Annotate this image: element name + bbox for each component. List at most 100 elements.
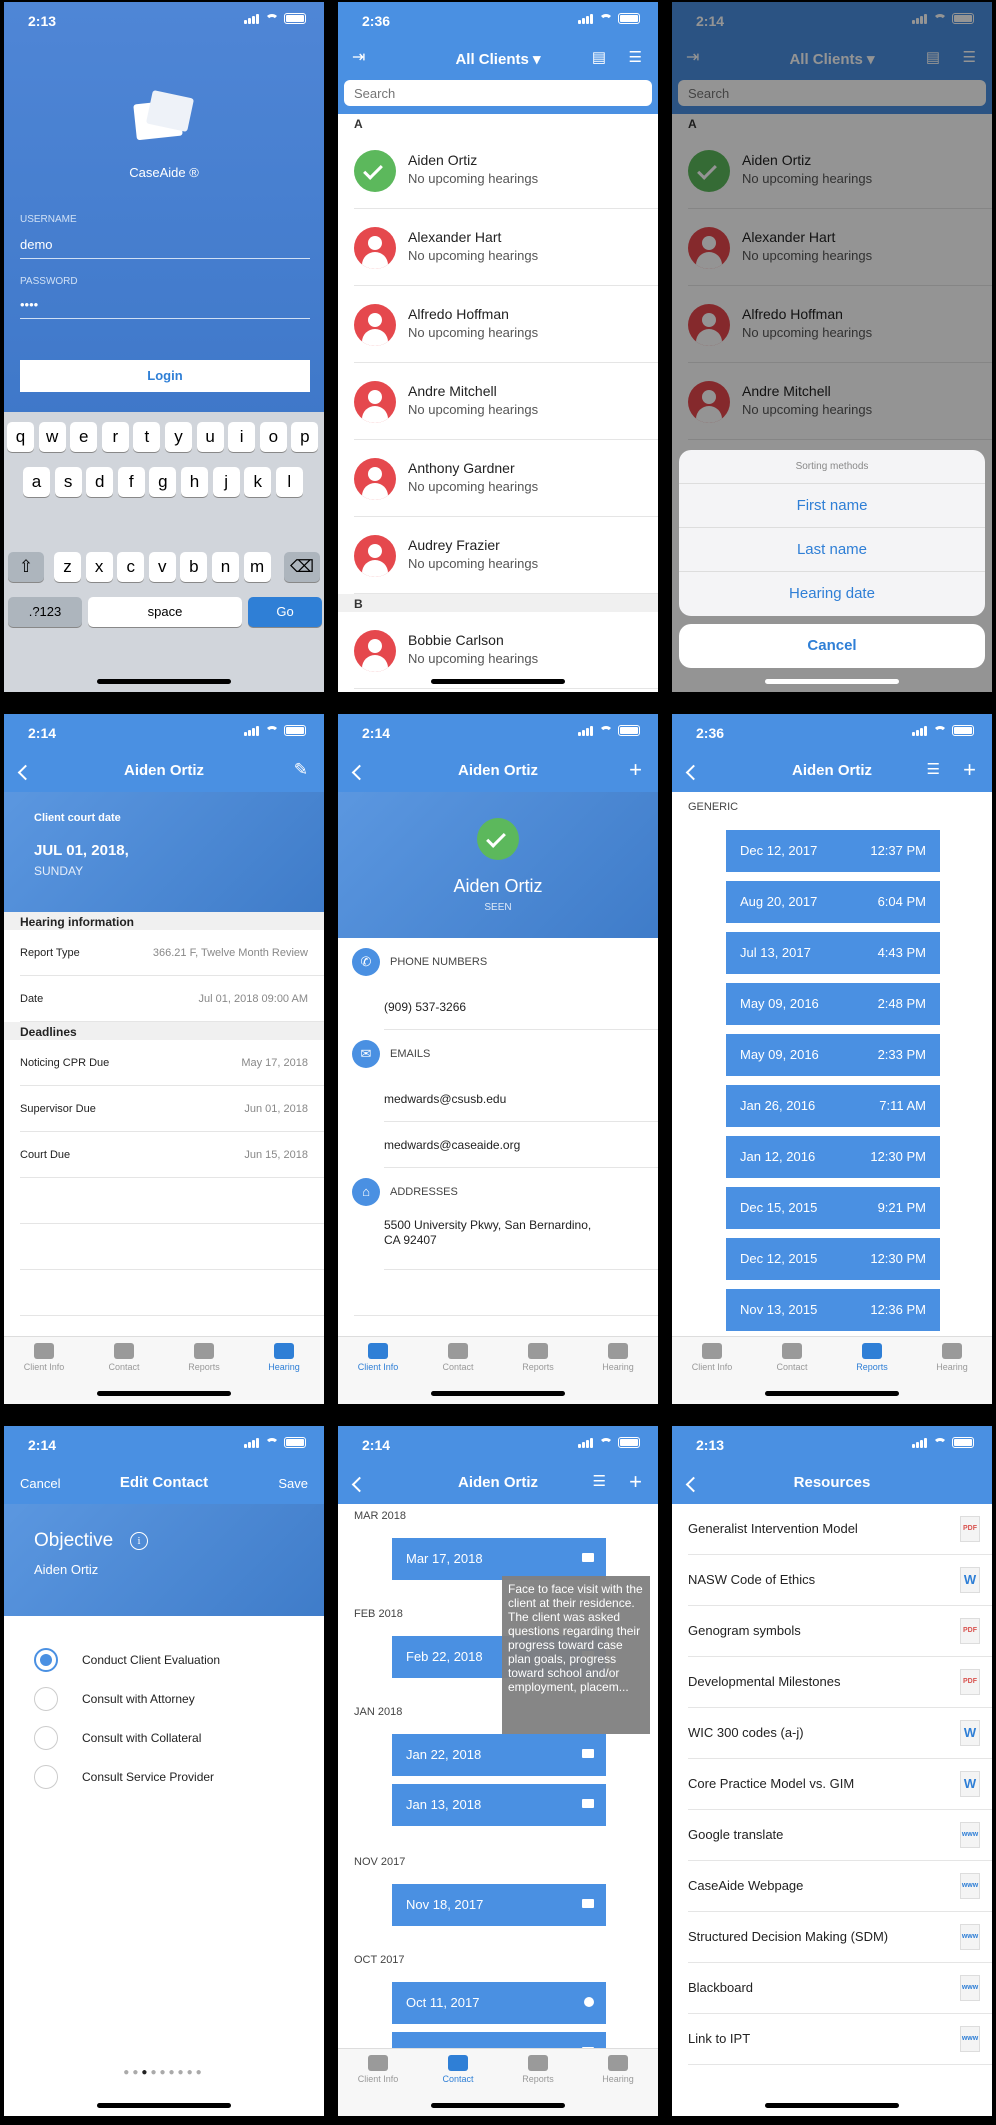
space-key[interactable]: space xyxy=(88,597,242,627)
key-b[interactable]: b xyxy=(180,552,208,582)
resource-item[interactable]: Link to IPT www xyxy=(688,2014,992,2065)
key-n[interactable]: n xyxy=(212,552,239,582)
resource-item[interactable]: WIC 300 codes (a-j) W xyxy=(688,1708,992,1759)
key-d[interactable]: d xyxy=(86,467,114,497)
sort-option-hearing-date[interactable]: Hearing date xyxy=(679,572,985,616)
key-r[interactable]: r xyxy=(101,422,129,452)
key-o[interactable]: o xyxy=(259,422,287,452)
info-icon[interactable]: i xyxy=(130,1532,148,1550)
contact-entry[interactable]: Mar 17, 2018 xyxy=(392,1538,606,1580)
save-button[interactable]: Save xyxy=(278,1474,308,1494)
go-key[interactable]: Go xyxy=(248,597,322,627)
key-u[interactable]: u xyxy=(196,422,224,452)
notes-icon[interactable]: ▤ xyxy=(592,48,606,68)
key-l[interactable]: l xyxy=(275,467,303,497)
key-f[interactable]: f xyxy=(117,467,145,497)
resource-item[interactable]: Blackboard www xyxy=(688,1963,992,2014)
resource-item[interactable]: NASW Code of Ethics W xyxy=(688,1555,992,1606)
report-item[interactable]: Aug 20, 2017 6:04 PM xyxy=(726,881,940,923)
objective-option-label[interactable]: Consult with Collateral xyxy=(82,1731,201,1745)
contact-entry[interactable]: Oct 11, 2017 xyxy=(392,1982,606,2024)
email-value[interactable]: medwards@csusb.edu xyxy=(384,1076,658,1122)
key-w[interactable]: w xyxy=(38,422,66,452)
report-item[interactable]: May 09, 2016 2:48 PM xyxy=(726,983,940,1025)
client-row[interactable]: Anthony Gardner No upcoming hearings xyxy=(354,440,658,517)
key-k[interactable]: k xyxy=(244,467,272,497)
tab-hearing[interactable]: Hearing xyxy=(912,1337,992,1404)
address-value[interactable]: 5500 University Pkwy, San Bernardino, CA … xyxy=(384,1214,658,1270)
tab-client-info[interactable]: Client Info xyxy=(4,1337,84,1404)
key-x[interactable]: x xyxy=(85,552,113,582)
resource-item[interactable]: Developmental Milestones PDF xyxy=(688,1657,992,1708)
resource-item[interactable]: Google translate www xyxy=(688,1810,992,1861)
sort-option-last-name[interactable]: Last name xyxy=(679,528,985,572)
tab-client-info[interactable]: Client Info xyxy=(338,2049,418,2116)
key-a[interactable]: a xyxy=(23,467,50,497)
key-y[interactable]: y xyxy=(165,422,192,452)
client-row[interactable]: Alexander Hart No upcoming hearings xyxy=(354,209,658,286)
contact-entry[interactable]: Nov 18, 2017 xyxy=(392,1884,606,1926)
resource-item[interactable]: Structured Decision Making (SDM) www xyxy=(688,1912,992,1963)
key-v[interactable]: v xyxy=(148,552,176,582)
objective-radio[interactable] xyxy=(34,1765,58,1789)
key-e[interactable]: e xyxy=(70,422,98,452)
key-h[interactable]: h xyxy=(181,467,208,497)
sort-icon[interactable]: ☰ xyxy=(593,1472,606,1492)
key-s[interactable]: s xyxy=(54,467,82,497)
contact-entry[interactable]: Jan 13, 2018 xyxy=(392,1784,606,1826)
report-item[interactable]: Dec 15, 2015 9:21 PM xyxy=(726,1187,940,1229)
client-row[interactable]: Andre Mitchell No upcoming hearings xyxy=(354,363,658,440)
objective-radio[interactable] xyxy=(34,1687,58,1711)
add-plus-icon[interactable]: + xyxy=(963,759,976,781)
password-field[interactable]: •••• xyxy=(20,297,310,319)
key-g[interactable]: g xyxy=(149,467,177,497)
contact-entry[interactable]: Jan 22, 2018 xyxy=(392,1734,606,1776)
cancel-button[interactable]: Cancel xyxy=(679,624,985,668)
key-j[interactable]: j xyxy=(212,467,240,497)
login-button[interactable]: Login xyxy=(20,360,310,392)
report-item[interactable]: Jul 13, 2017 4:43 PM xyxy=(726,932,940,974)
username-field[interactable]: demo xyxy=(20,237,310,259)
objective-option-label[interactable]: Conduct Client Evaluation xyxy=(82,1653,220,1667)
tab-hearing[interactable]: Hearing xyxy=(578,1337,658,1404)
tab-client-info[interactable]: Client Info xyxy=(672,1337,752,1404)
key-t[interactable]: t xyxy=(133,422,161,452)
client-row[interactable]: Bobbie Carlson No upcoming hearings xyxy=(354,612,658,689)
client-row[interactable]: Audrey Frazier No upcoming hearings xyxy=(354,517,658,594)
key-c[interactable]: c xyxy=(117,552,145,582)
objective-radio[interactable] xyxy=(34,1726,58,1750)
objective-radio[interactable] xyxy=(34,1648,58,1672)
client-filter-dropdown[interactable]: All Clients ▾ xyxy=(338,50,658,68)
key-z[interactable]: z xyxy=(54,552,81,582)
key-m[interactable]: m xyxy=(243,552,271,582)
client-row[interactable]: Alfredo Hoffman No upcoming hearings xyxy=(354,286,658,363)
search-input[interactable] xyxy=(344,80,652,106)
report-item[interactable]: Jan 12, 2016 12:30 PM xyxy=(726,1136,940,1178)
add-plus-icon[interactable]: + xyxy=(629,759,642,781)
client-row[interactable]: Aiden Ortiz No upcoming hearings xyxy=(354,132,658,209)
tab-hearing[interactable]: Hearing xyxy=(578,2049,658,2116)
sort-option-first-name[interactable]: First name xyxy=(679,484,985,528)
key-i[interactable]: i xyxy=(228,422,256,452)
tab-hearing[interactable]: Hearing xyxy=(244,1337,324,1404)
report-item[interactable]: Dec 12, 2015 12:30 PM xyxy=(726,1238,940,1280)
report-item[interactable]: Nov 13, 2015 12:36 PM xyxy=(726,1289,940,1331)
objective-option-label[interactable]: Consult with Attorney xyxy=(82,1692,195,1706)
resource-item[interactable]: Core Practice Model vs. GIM W xyxy=(688,1759,992,1810)
resource-item[interactable]: CaseAide Webpage www xyxy=(688,1861,992,1912)
email-value[interactable]: medwards@caseaide.org xyxy=(384,1122,658,1168)
key-p[interactable]: p xyxy=(291,422,319,452)
add-plus-icon[interactable]: + xyxy=(629,1471,642,1493)
resource-item[interactable]: Generalist Intervention Model PDF xyxy=(688,1504,992,1555)
numbers-key[interactable]: .?123 xyxy=(8,597,82,627)
report-item[interactable]: May 09, 2016 2:33 PM xyxy=(726,1034,940,1076)
resource-item[interactable]: Genogram symbols PDF xyxy=(688,1606,992,1657)
backspace-key[interactable]: ⌫ xyxy=(284,552,320,582)
key-q[interactable]: q xyxy=(7,422,34,452)
sort-icon[interactable]: ☰ xyxy=(629,48,642,68)
objective-option-label[interactable]: Consult Service Provider xyxy=(82,1770,214,1784)
sort-icon[interactable]: ☰ xyxy=(927,760,940,780)
shift-key[interactable]: ⇧ xyxy=(8,552,44,582)
tab-client-info[interactable]: Client Info xyxy=(338,1337,418,1404)
report-item[interactable]: Dec 12, 2017 12:37 PM xyxy=(726,830,940,872)
